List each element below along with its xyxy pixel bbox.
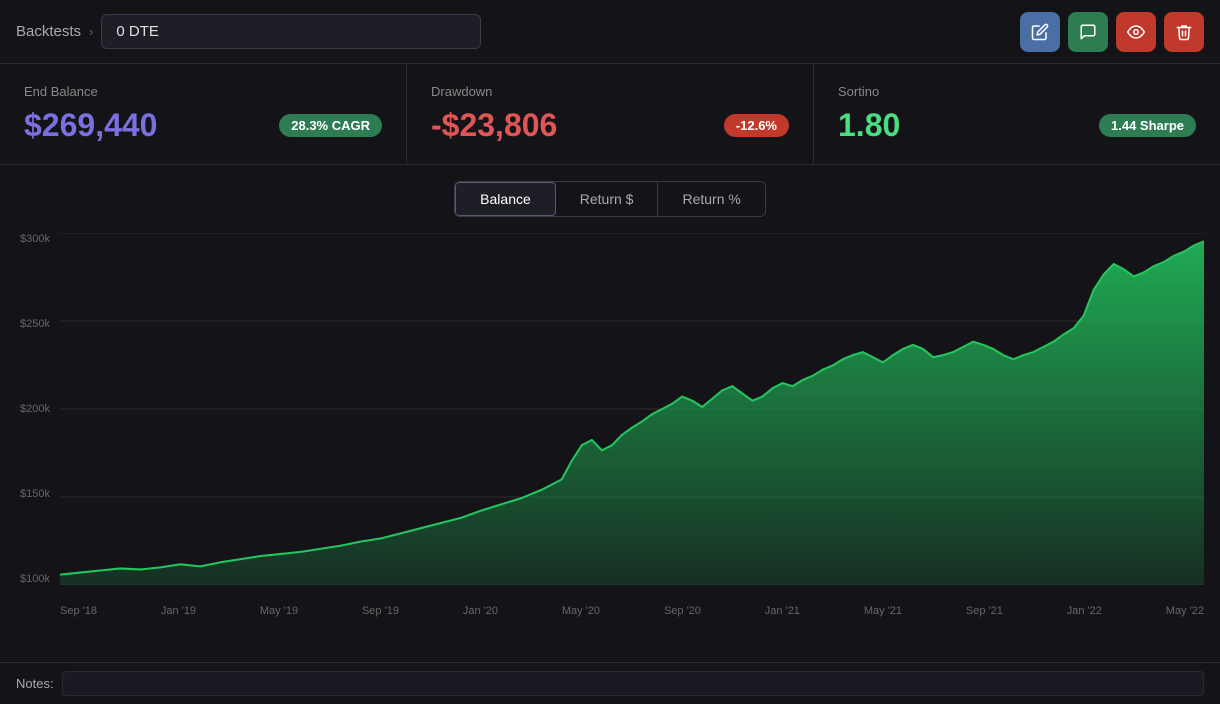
drawdown-value: -$23,806 [431,107,557,144]
tabs-row: Balance Return $ Return % [0,181,1220,217]
edit-button[interactable] [1020,12,1060,52]
notes-input[interactable] [62,671,1204,696]
end-balance-value-row: $269,440 28.3% CAGR [24,107,382,144]
x-label-sep20: Sep '20 [664,605,701,617]
notes-label: Notes: [16,676,54,691]
strategy-name-input[interactable] [101,14,481,49]
drawdown-badge: -12.6% [724,114,789,137]
tab-return-dollar[interactable]: Return $ [556,182,659,216]
y-label-200k: $200k [20,403,50,415]
end-balance-badge: 28.3% CAGR [279,114,382,137]
chart-canvas-wrapper [60,233,1204,585]
x-label-jan19: Jan '19 [161,605,196,617]
x-label-may20: May '20 [562,605,600,617]
chart-tab-group: Balance Return $ Return % [454,181,766,217]
x-label-sep18: Sep '18 [60,605,97,617]
end-balance-card: End Balance $269,440 28.3% CAGR [0,64,407,164]
x-label-sep19: Sep '19 [362,605,399,617]
header-left: Backtests › [16,14,481,49]
breadcrumb: Backtests [16,23,81,40]
chart-x-labels: Sep '18 Jan '19 May '19 Sep '19 Jan '20 … [60,605,1204,617]
copy-button[interactable] [1068,12,1108,52]
drawdown-label: Drawdown [431,84,789,99]
delete-button[interactable] [1164,12,1204,52]
chart-section: Balance Return $ Return % $300k $250k $2… [0,165,1220,625]
tab-return-percent[interactable]: Return % [658,182,764,216]
x-label-may22: May '22 [1166,605,1204,617]
sortino-value: 1.80 [838,107,900,144]
header-actions [1020,12,1204,52]
y-label-300k: $300k [20,233,50,245]
x-label-jan21: Jan '21 [765,605,800,617]
end-balance-value: $269,440 [24,107,157,144]
end-balance-label: End Balance [24,84,382,99]
chart-y-labels: $300k $250k $200k $150k $100k [0,233,58,585]
drawdown-value-row: -$23,806 -12.6% [431,107,789,144]
chart-svg [60,233,1204,585]
x-label-jan20: Jan '20 [463,605,498,617]
y-label-100k: $100k [20,573,50,585]
metrics-row: End Balance $269,440 28.3% CAGR Drawdown… [0,64,1220,165]
x-label-may19: May '19 [260,605,298,617]
sortino-value-row: 1.80 1.44 Sharpe [838,107,1196,144]
sortino-label: Sortino [838,84,1196,99]
notes-bar: Notes: [0,662,1220,704]
tab-balance[interactable]: Balance [455,182,556,216]
sortino-card: Sortino 1.80 1.44 Sharpe [814,64,1220,164]
y-label-150k: $150k [20,488,50,500]
header: Backtests › [0,0,1220,64]
chart-area: $300k $250k $200k $150k $100k [0,225,1220,625]
x-label-jan22: Jan '22 [1067,605,1102,617]
drawdown-card: Drawdown -$23,806 -12.6% [407,64,814,164]
x-label-may21: May '21 [864,605,902,617]
y-label-250k: $250k [20,318,50,330]
x-label-sep21: Sep '21 [966,605,1003,617]
view-button[interactable] [1116,12,1156,52]
chevron-right-icon: › [89,24,93,39]
sortino-badge: 1.44 Sharpe [1099,114,1196,137]
